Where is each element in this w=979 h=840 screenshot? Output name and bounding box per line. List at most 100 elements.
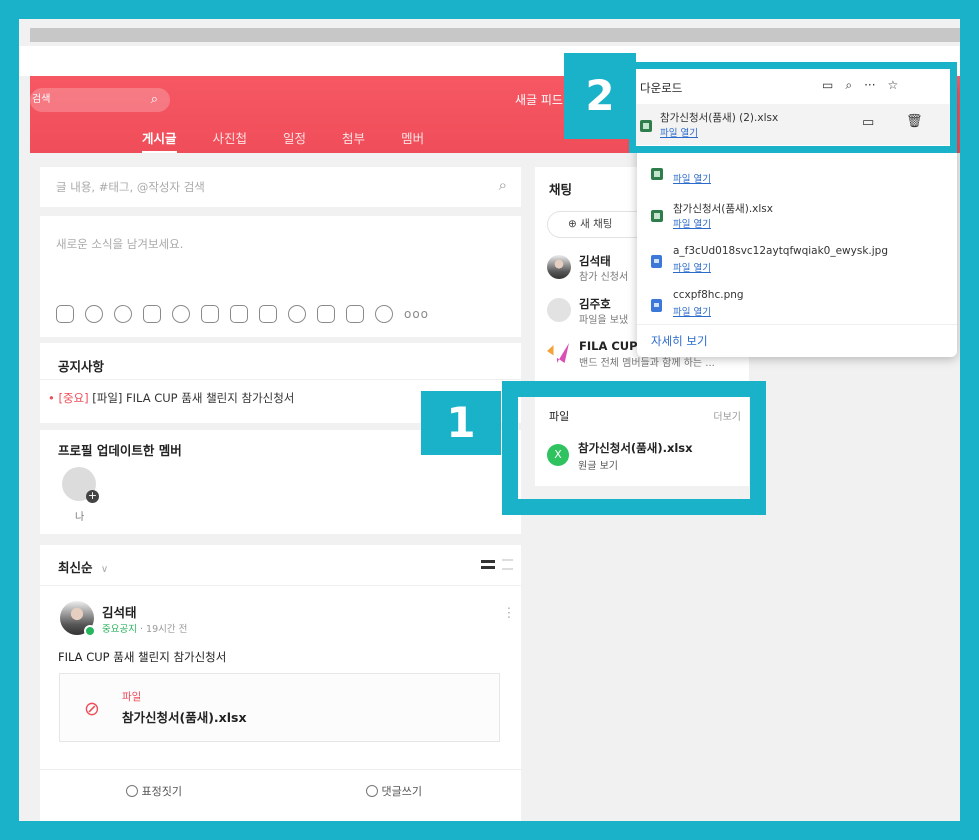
compose-box[interactable]: 새로운 소식을 남겨보세요. ooo	[40, 216, 521, 337]
post-meta: 중요공지 · 19시간 전	[102, 621, 187, 635]
list-view-icon[interactable]	[481, 560, 495, 569]
divider	[40, 769, 521, 770]
downloads-item[interactable]: 참가신청서(품새) (2).xlsx 파일 열기 ▭ 🗑	[636, 104, 950, 145]
search-icon[interactable]: ⌕	[499, 176, 507, 194]
image-file-icon	[651, 255, 662, 268]
video-icon[interactable]	[114, 305, 132, 323]
new-chat-label: 새 채팅	[580, 218, 613, 230]
tab-schedule[interactable]: 일정	[283, 128, 306, 153]
memo-icon[interactable]	[346, 305, 364, 323]
downloads-open-file-link[interactable]: 파일 열기	[660, 125, 698, 139]
browser-frame: 검색 ⌕ 새글 피드 5 게시글 사진첩 일정 첨부 멤버 글 내용, #태그,…	[19, 19, 960, 821]
excel-file-icon	[651, 168, 663, 180]
add-icon: +	[86, 489, 99, 503]
feed-search-placeholder: 글 내용, #태그, @작성자 검색	[56, 180, 205, 194]
trash-icon[interactable]: 🗑	[906, 114, 923, 129]
more-icon[interactable]: ···	[864, 78, 875, 93]
notice-bullet: •	[48, 391, 59, 405]
attach-icon[interactable]	[172, 305, 190, 323]
sort-bar: 최신순 ∨	[40, 545, 521, 585]
calendar-icon[interactable]	[201, 305, 219, 323]
downloads-title: 다운로드	[640, 81, 683, 95]
photo-icon[interactable]	[56, 305, 74, 323]
post-tag: 중요공지	[102, 624, 137, 635]
checklist-icon[interactable]	[259, 305, 277, 323]
divider	[637, 324, 957, 325]
tab-posts[interactable]: 게시글	[142, 128, 177, 153]
notice-item-text: [파일] FILA CUP 품새 챌린지 참가신청서	[88, 391, 295, 405]
paperclip-icon: ⊘	[84, 698, 100, 720]
downloads-item-2-icon-wrap	[651, 165, 667, 184]
divider	[40, 379, 521, 380]
image-file-icon-wrap	[651, 253, 662, 272]
band-search-input[interactable]: 검색 ⌕	[30, 88, 170, 112]
post-file-attachment[interactable]: ⊘ 파일 참가신청서(품새).xlsx	[59, 673, 500, 742]
downloads-open-file-link[interactable]: 파일 열기	[673, 171, 711, 185]
folder-icon[interactable]: ▭	[822, 78, 833, 93]
pin-icon[interactable]: ☆	[888, 78, 899, 93]
my-avatar[interactable]: +	[62, 467, 99, 503]
browser-tab-strip	[30, 28, 960, 42]
open-folder-icon[interactable]: ▭	[862, 115, 874, 130]
tab-members[interactable]: 멤버	[401, 128, 424, 153]
post-file-name: 참가신청서(품새).xlsx	[122, 710, 247, 725]
callout-number-2: 2	[564, 53, 636, 139]
plus-circle-icon: ⊕	[568, 218, 581, 230]
callout-number-1: 1	[421, 391, 501, 455]
notice-title: 공지사항	[58, 359, 105, 374]
excel-file-icon-wrap	[640, 117, 652, 136]
downloads-open-file-link[interactable]: 파일 열기	[673, 260, 711, 274]
downloads-file-name: a_f3cUd018svc12aytqfwqiak0_ewysk.jpg	[673, 245, 888, 257]
feed-search-input[interactable]: 글 내용, #태그, @작성자 검색 ⌕	[40, 167, 521, 207]
mention-icon[interactable]	[288, 305, 306, 323]
tab-photos[interactable]: 사진첩	[213, 128, 248, 153]
chat-preview: 참가 신청서	[579, 272, 629, 283]
more-icon[interactable]: ooo	[404, 305, 428, 323]
post-file-label: 파일	[122, 691, 142, 703]
search-icon[interactable]: ⌕	[845, 78, 852, 93]
smile-icon	[126, 785, 138, 797]
post-card: 김석태 중요공지 · 19시간 전 ··· FILA CUP 품새 챌린지 참가…	[40, 586, 521, 821]
compact-view-icon[interactable]	[502, 559, 513, 570]
tab-attachments[interactable]: 첨부	[342, 128, 365, 153]
comment-icon	[366, 785, 378, 797]
compose-toolbar: ooo	[56, 305, 428, 323]
downloads-file-name: ccxpf8hc.png	[673, 289, 744, 301]
post-time: · 19시간 전	[136, 624, 188, 635]
search-icon[interactable]: ⌕	[151, 88, 158, 112]
comment-button[interactable]: 댓글쓰기	[366, 783, 422, 799]
downloads-open-file-link[interactable]: 파일 열기	[673, 304, 711, 318]
react-button[interactable]: 표정짓기	[126, 783, 182, 799]
band-tabs: 게시글 사진첩 일정 첨부 멤버	[142, 128, 460, 153]
chat-name: 김주호	[579, 297, 611, 311]
post-more-icon[interactable]: ···	[500, 606, 516, 619]
downloads-see-more-link[interactable]: 자세히 보기	[651, 333, 708, 349]
downloads-file-name: 참가신청서(품새) (2).xlsx	[660, 112, 779, 124]
image-file-icon	[651, 299, 662, 312]
downloads-open-file-link[interactable]: 파일 열기	[673, 216, 711, 230]
downloads-file-name: 참가신청서(품새).xlsx	[673, 203, 773, 215]
chevron-down-icon: ∨	[100, 564, 109, 575]
location-icon[interactable]	[375, 305, 393, 323]
band-search-placeholder: 검색	[32, 94, 51, 105]
sort-dropdown[interactable]: 최신순 ∨	[58, 557, 108, 576]
profile-update-title: 프로필 업데이트한 멤버	[58, 443, 182, 458]
downloads-header-actions: ▭ ⌕ ··· ☆	[822, 78, 898, 93]
emoji-icon[interactable]	[85, 305, 103, 323]
notice-item[interactable]: • [중요] [파일] FILA CUP 품새 챌린지 참가신청서	[48, 390, 294, 406]
excel-file-icon-wrap	[651, 207, 663, 226]
new-feed-label: 새글 피드	[515, 93, 563, 107]
comment-label: 댓글쓰기	[381, 785, 422, 798]
chat-name: 김석태	[579, 254, 611, 268]
excel-file-icon	[640, 120, 652, 132]
my-avatar-label: 나	[75, 512, 85, 523]
gif-icon[interactable]	[317, 305, 335, 323]
todo-icon[interactable]	[230, 305, 248, 323]
chat-title: 채팅	[549, 182, 573, 197]
post-author[interactable]: 김석태	[102, 602, 137, 621]
image-file-icon-wrap	[651, 297, 662, 316]
chat-avatar	[547, 298, 571, 322]
author-avatar[interactable]	[60, 601, 96, 637]
chat-preview: 파일을 보냈	[579, 315, 629, 326]
poll-icon[interactable]	[143, 305, 161, 323]
